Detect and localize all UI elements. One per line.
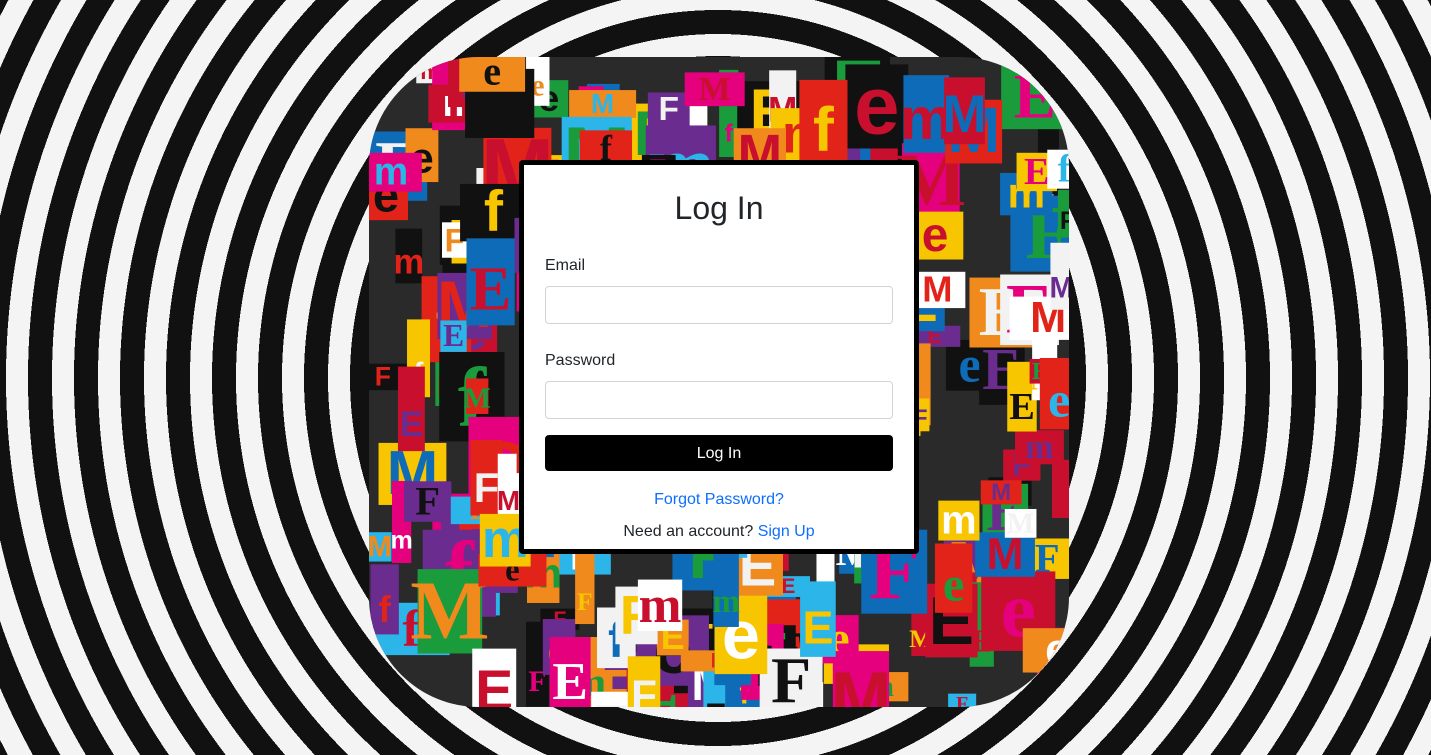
email-label: Email: [545, 257, 586, 274]
svg-text:F: F: [577, 589, 592, 616]
collage-letter-tile: f: [370, 564, 399, 635]
svg-text:f: f: [813, 95, 834, 165]
collage-letter-tile: E: [472, 648, 517, 707]
svg-text:E: E: [705, 697, 727, 707]
svg-text:E: E: [443, 318, 464, 353]
svg-text:m: m: [393, 243, 424, 281]
svg-text:M: M: [922, 269, 952, 310]
svg-text:e: e: [922, 209, 949, 262]
collage-letter-tile: E: [800, 581, 836, 657]
svg-text:F: F: [1060, 207, 1069, 235]
email-field[interactable]: [545, 286, 893, 324]
collage-letter-tile: M: [410, 564, 489, 657]
svg-text:M: M: [991, 479, 1011, 506]
svg-text:e: e: [483, 57, 501, 94]
svg-text:E: E: [400, 405, 423, 444]
collage-letter-tile: F: [1057, 189, 1069, 238]
forgot-password-link[interactable]: Forgot Password?: [654, 491, 784, 508]
svg-text:m: m: [639, 577, 682, 634]
collage-letter-tile: M: [980, 479, 1022, 506]
collage-letter-tile: m: [712, 542, 740, 627]
svg-text:f: f: [725, 119, 734, 147]
svg-text:e: e: [1048, 372, 1069, 428]
collage-letter-tile: f: [1047, 148, 1069, 191]
svg-text:F: F: [596, 693, 629, 707]
svg-text:M: M: [1049, 272, 1069, 305]
svg-text:E: E: [475, 659, 513, 707]
page-title: Log In: [674, 190, 764, 226]
svg-text:f: f: [484, 180, 504, 244]
collage-letter-tile: e: [934, 543, 973, 613]
collage-letter-tile: m: [1015, 429, 1064, 466]
forgot-password-row: Forgot Password?: [545, 490, 893, 510]
svg-text:M: M: [410, 564, 489, 657]
collage-letter-tile: m: [393, 228, 424, 284]
collage-letter-tile: M: [684, 71, 745, 108]
collage-letter-tile: e: [459, 57, 526, 94]
svg-text:E: E: [552, 652, 588, 707]
collage-letter-tile: e: [845, 60, 909, 151]
svg-text:F: F: [415, 479, 440, 524]
svg-text:M: M: [369, 530, 392, 563]
collage-letter-tile: m: [369, 151, 422, 194]
collage-letter-tile: E: [1051, 459, 1069, 519]
collage-letter-tile: F: [575, 545, 595, 625]
svg-text:E: E: [470, 254, 512, 324]
collage-letter-tile: F: [404, 479, 452, 524]
svg-text:M: M: [699, 71, 731, 108]
svg-text:F: F: [631, 672, 657, 707]
collage-letter-tile: F: [591, 691, 633, 707]
svg-text:f: f: [379, 589, 392, 630]
svg-text:E: E: [1024, 151, 1050, 193]
svg-text:m: m: [390, 526, 412, 554]
svg-text:f: f: [1058, 148, 1069, 191]
collage-letter-tile: M: [1004, 508, 1037, 540]
svg-text:e: e: [854, 60, 899, 151]
collage-letter-tile: F: [627, 656, 661, 707]
collage-letter-tile: E: [397, 366, 425, 452]
collage-letter-tile: E: [549, 637, 591, 707]
password-field[interactable]: [545, 381, 893, 419]
collage-letter-tile: m: [938, 498, 980, 542]
collage-letter-tile: M: [1049, 242, 1069, 310]
svg-text:M: M: [830, 658, 891, 707]
svg-text:M: M: [1007, 508, 1034, 540]
collage-letter-tile: f: [799, 79, 848, 167]
signup-link[interactable]: Sign Up: [758, 523, 815, 540]
signup-prompt: Need an account?: [623, 523, 754, 540]
collage-letter-tile: E: [466, 238, 515, 326]
login-card: Log In Email Password Log In Forgot Pass…: [519, 160, 919, 554]
password-label: Password: [545, 352, 616, 369]
svg-text:m: m: [712, 583, 740, 620]
svg-text:m: m: [941, 498, 976, 542]
svg-text:E: E: [782, 575, 796, 598]
svg-text:M: M: [942, 85, 986, 144]
svg-text:m: m: [1025, 429, 1053, 466]
collage-letter-tile: F: [948, 693, 977, 707]
signup-row: Need an account? Sign Up: [545, 522, 893, 542]
collage-letter-tile: M: [942, 77, 987, 145]
collage-letter-tile: e: [1039, 357, 1069, 430]
login-button[interactable]: Log In: [545, 435, 893, 471]
collage-letter-tile: M: [830, 651, 891, 707]
collage-letter-tile: m: [637, 577, 683, 634]
svg-text:m: m: [374, 151, 409, 194]
svg-text:E: E: [802, 601, 833, 653]
svg-text:e: e: [943, 557, 965, 611]
svg-text:F: F: [375, 361, 391, 391]
svg-text:F: F: [474, 464, 499, 511]
collage-letter-tile: E: [440, 318, 467, 353]
collage-letter-tile: M: [369, 530, 392, 563]
svg-text:F: F: [956, 693, 968, 707]
